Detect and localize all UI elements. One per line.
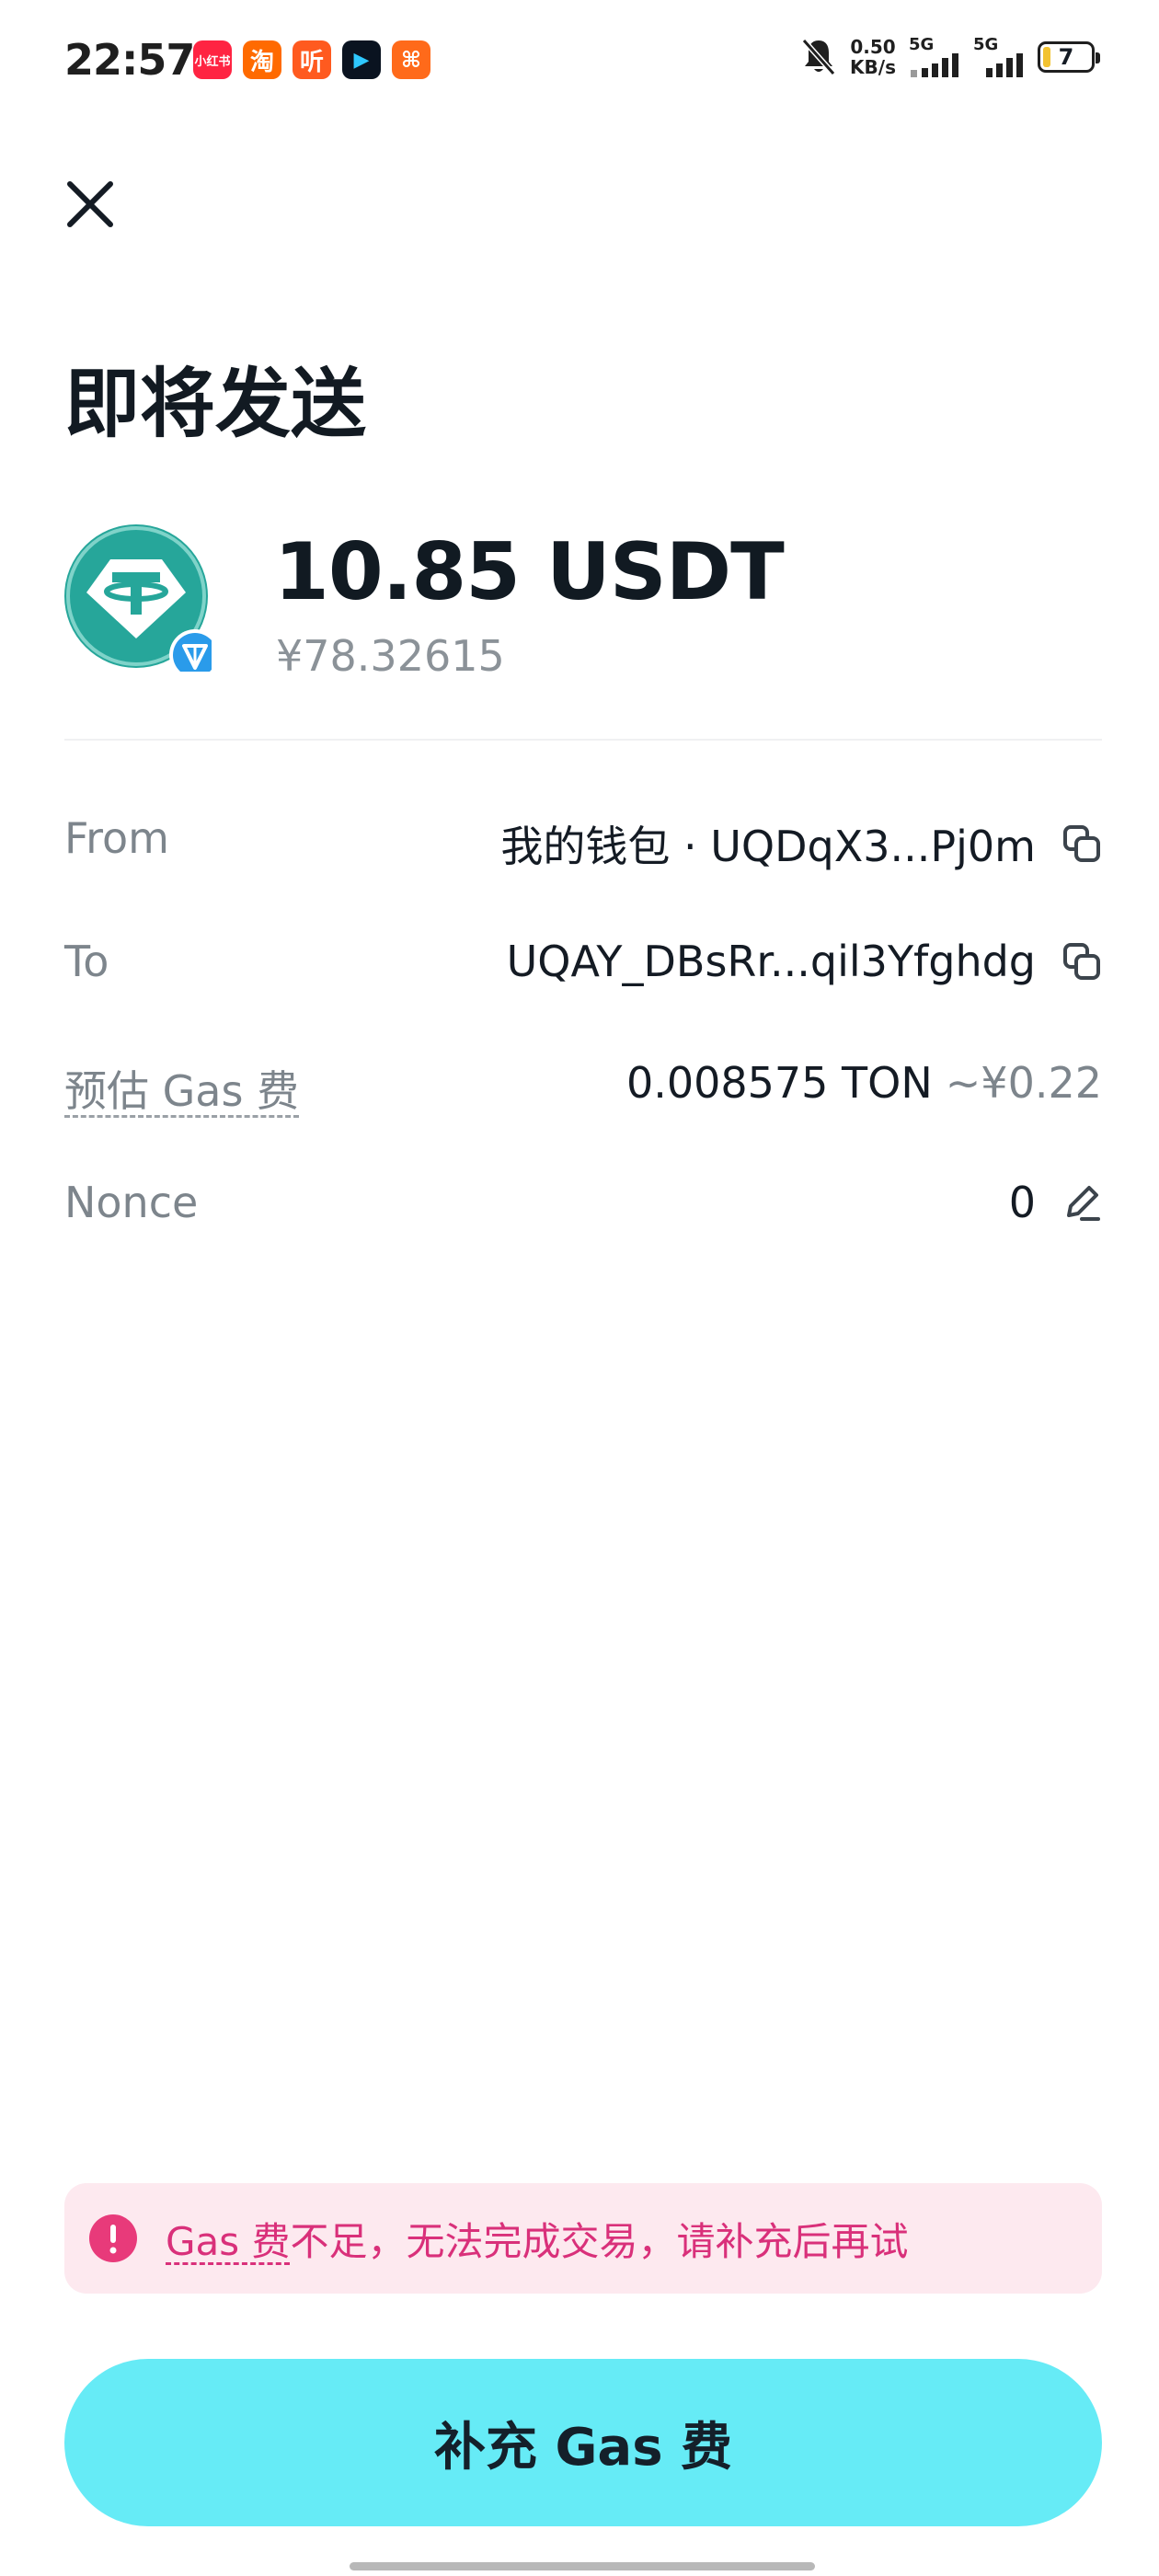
send-amount: 10.85 USDT	[274, 526, 785, 618]
close-button[interactable]	[57, 171, 123, 237]
orange-app-icon: ⌘	[392, 40, 430, 79]
xiaohongshu-icon: 小红书	[193, 40, 232, 79]
tether-icon	[64, 524, 212, 672]
from-address: 我的钱包 · UQDqX3...Pj0m	[500, 822, 1036, 871]
gas-fee-row: 0.008575 TON ~¥0.22	[626, 1058, 1102, 1108]
from-value-row: 我的钱包 · UQDqX3...Pj0m	[500, 813, 1102, 874]
gas-fee-fiat: ~¥0.22	[945, 1058, 1102, 1108]
nonce-label: Nonce	[64, 1178, 199, 1227]
copy-icon[interactable]	[1061, 823, 1102, 864]
gas-fee-label[interactable]: 预估 Gas 费	[64, 1058, 299, 1119]
alert-icon	[89, 2214, 137, 2262]
warning-message: 不足，无法完成交易，请补充后再试	[290, 2218, 909, 2264]
page-title: 即将发送	[64, 361, 367, 448]
battery-icon: 7	[1038, 41, 1100, 73]
to-value-row: UQAY_DBsRr...qil3Yfghdg	[507, 937, 1102, 986]
close-icon	[67, 181, 113, 227]
divider	[64, 739, 1102, 741]
gas-fee-value: 0.008575 TON	[625, 1058, 933, 1108]
notification-app-icons: 小红书 淘 听 ▶ ⌘	[193, 40, 430, 79]
edit-icon[interactable]	[1061, 1182, 1102, 1223]
home-indicator[interactable]	[350, 2562, 815, 2570]
gas-fee-link[interactable]: Gas 费	[166, 2219, 291, 2264]
signal-bars-icon	[911, 53, 958, 77]
signal-1: 5G	[909, 37, 960, 77]
copy-icon[interactable]	[1061, 941, 1102, 982]
play-app-icon: ▶	[342, 40, 381, 79]
status-indicators: 0.50 KB/s 5G 5G 7	[800, 36, 1100, 78]
fiat-value: ¥78.32615	[276, 631, 505, 681]
nonce-value: 0	[1008, 1178, 1036, 1227]
ting-icon: 听	[293, 40, 331, 79]
warning-text: Gas 费不足，无法完成交易，请补充后再试	[166, 2211, 909, 2267]
net-speed: 0.50 KB/s	[850, 36, 896, 78]
to-label: To	[64, 937, 109, 986]
taobao-icon: 淘	[243, 40, 281, 79]
top-up-gas-button[interactable]: 补充 Gas 费	[64, 2359, 1102, 2526]
mute-bell-icon	[801, 39, 836, 75]
signal-bars-icon	[986, 53, 1023, 77]
signal-2: 5G	[973, 37, 1025, 77]
nonce-row: 0	[1009, 1178, 1102, 1227]
status-time: 22:57	[64, 35, 195, 85]
from-label: From	[64, 813, 169, 863]
to-address: UQAY_DBsRr...qil3Yfghdg	[506, 937, 1036, 986]
insufficient-gas-warning: Gas 费不足，无法完成交易，请补充后再试	[64, 2183, 1102, 2294]
